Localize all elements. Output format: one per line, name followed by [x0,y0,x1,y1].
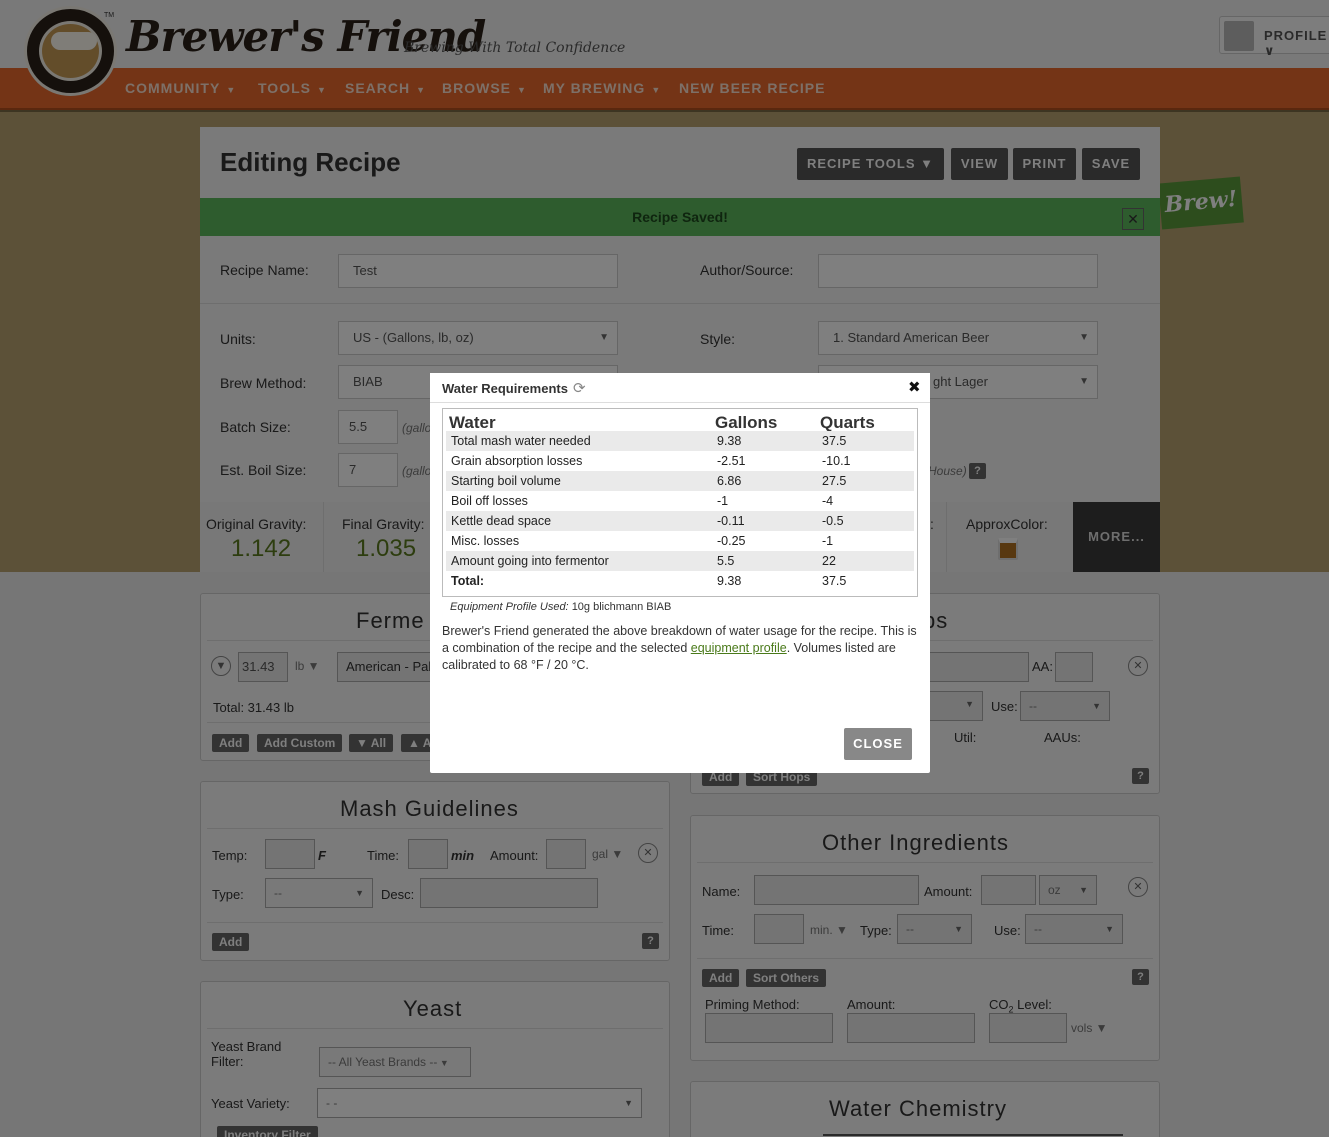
refresh-icon[interactable]: ⟳ [573,379,586,397]
equipment-profile-link[interactable]: equipment profile [691,641,787,655]
modal-header: Water Requirements ⟳ ✖ [430,373,930,403]
table-row: Amount going into fermentor 5.5 22 [446,551,914,571]
water-description: Brewer's Friend generated the above brea… [442,624,917,672]
table-row: Starting boil volume 6.86 27.5 [446,471,914,491]
modal-title: Water Requirements [442,381,568,396]
close-button[interactable]: CLOSE [844,728,912,760]
table-row: Kettle dead space -0.11 -0.5 [446,511,914,531]
table-row: Misc. losses -0.25 -1 [451,534,834,548]
table-row-total: Total: 9.38 37.5 [451,574,847,588]
equipment-profile-note: Equipment Profile Used: 10g blichmann BI… [450,601,672,613]
table-row: Total mash water needed 9.38 37.5 [446,431,914,451]
gallons-header: Gallons [715,413,778,432]
water-table: Water Gallons Quarts Total mash water ne… [442,408,918,597]
quarts-header: Quarts [820,413,875,432]
table-row: Boil off losses -1 -4 [451,494,834,508]
table-row: Grain absorption losses -2.51 -10.1 [451,454,851,468]
close-icon[interactable]: ✖ [908,378,921,396]
water-requirements-modal: Water Requirements ⟳ ✖ Water Gallons Qua… [430,373,930,773]
water-header: Water [449,413,496,432]
